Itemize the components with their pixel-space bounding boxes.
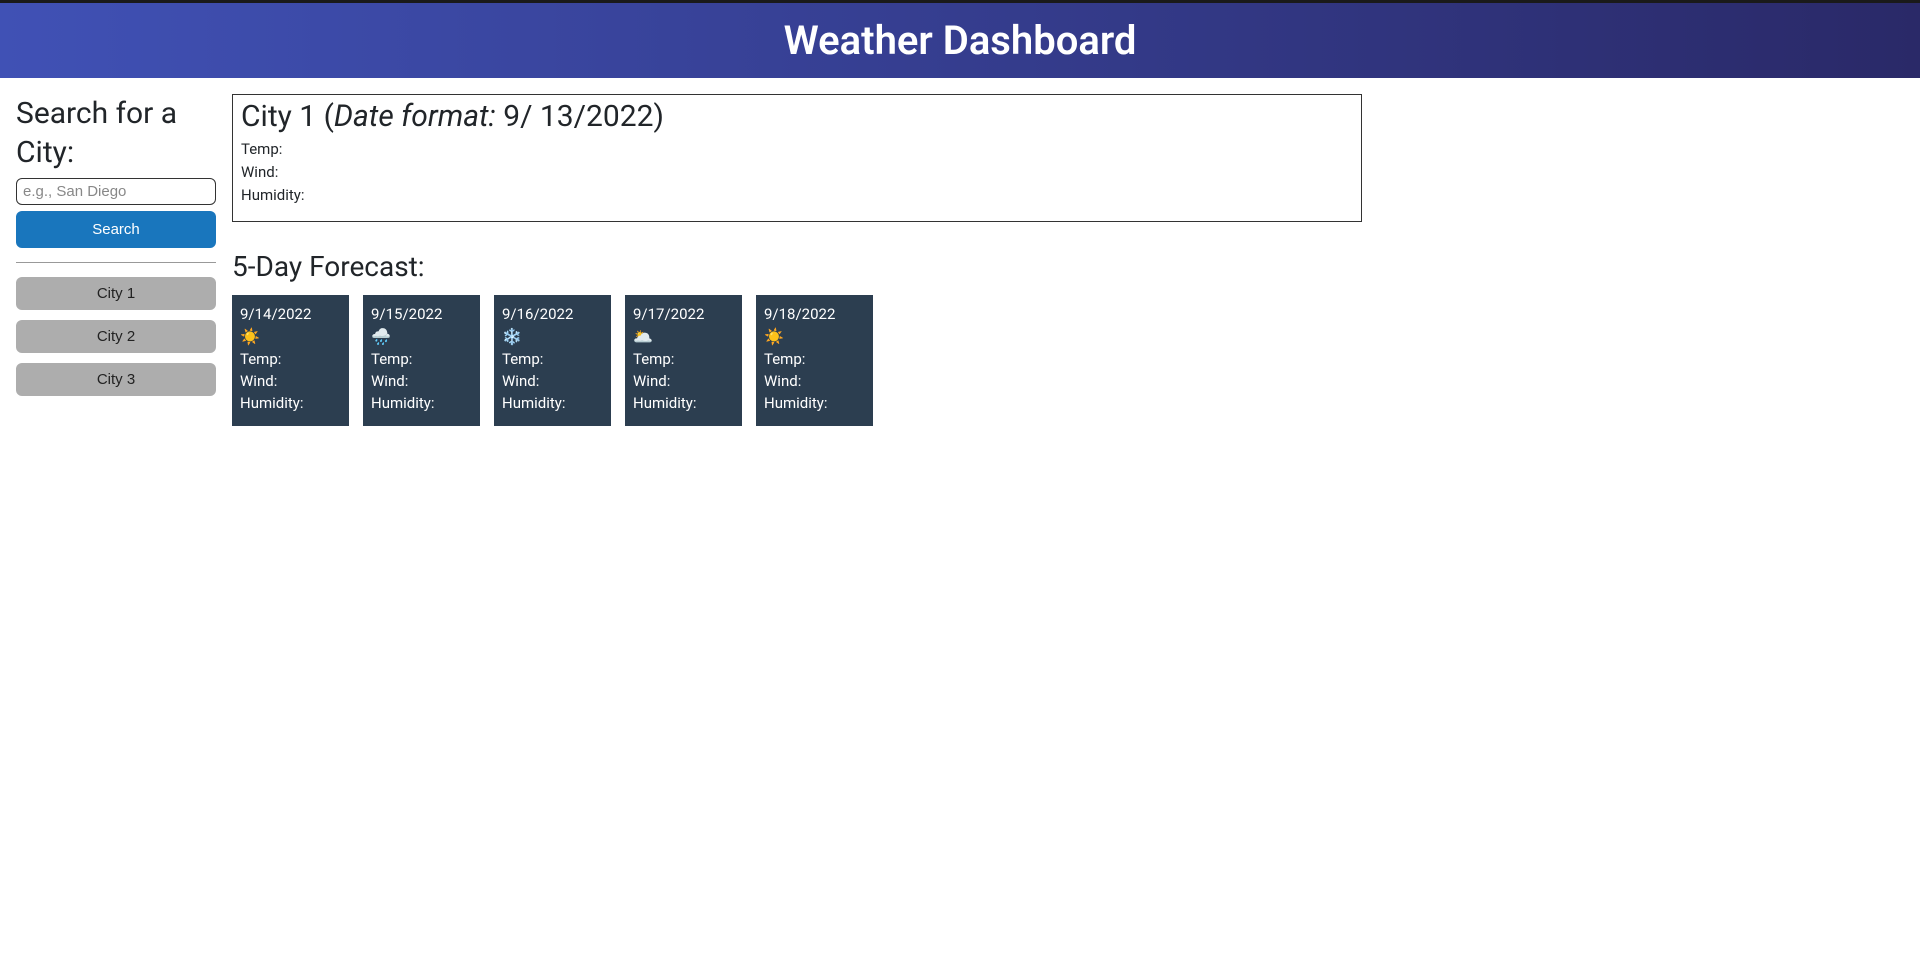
sidebar: Search for a City: Search City 1 City 2 …	[16, 94, 216, 406]
search-button[interactable]: Search	[16, 211, 216, 248]
forecast-temp: Temp:	[502, 350, 603, 368]
main-container: Search for a City: Search City 1 City 2 …	[0, 78, 1920, 442]
forecast-date: 9/18/2022	[764, 305, 865, 323]
cloud-icon: 🌥️	[633, 327, 734, 346]
search-history: City 1 City 2 City 3	[16, 277, 216, 396]
forecast-heading: 5-Day Forecast:	[232, 250, 1362, 283]
app-title: Weather Dashboard	[0, 17, 1920, 64]
forecast-card: 9/14/2022 ☀️ Temp: Wind: Humidity:	[232, 295, 349, 426]
forecast-temp: Temp:	[240, 350, 341, 368]
forecast-date: 9/14/2022	[240, 305, 341, 323]
forecast-humidity: Humidity:	[633, 394, 734, 412]
current-humidity: Humidity:	[241, 186, 1353, 204]
current-city-heading: City 1 (Date format: 9/ 13/2022)	[241, 99, 1353, 134]
forecast-humidity: Humidity:	[371, 394, 472, 412]
city-search-input[interactable]	[16, 178, 216, 205]
forecast-temp: Temp:	[371, 350, 472, 368]
history-city-button[interactable]: City 3	[16, 363, 216, 396]
forecast-card: 9/15/2022 🌧️ Temp: Wind: Humidity:	[363, 295, 480, 426]
current-city-name: City 1	[241, 99, 316, 134]
history-city-button[interactable]: City 1	[16, 277, 216, 310]
forecast-humidity: Humidity:	[764, 394, 865, 412]
sun-icon: ☀️	[764, 327, 865, 346]
forecast-date: 9/17/2022	[633, 305, 734, 323]
forecast-wind: Wind:	[240, 372, 341, 390]
forecast-card: 9/18/2022 ☀️ Temp: Wind: Humidity:	[756, 295, 873, 426]
main-content: City 1 (Date format: 9/ 13/2022) Temp: W…	[232, 94, 1362, 426]
forecast-humidity: Humidity:	[240, 394, 341, 412]
forecast-row: 9/14/2022 ☀️ Temp: Wind: Humidity: 9/15/…	[232, 295, 1362, 426]
forecast-date: 9/16/2022	[502, 305, 603, 323]
date-format-label: Date format:	[334, 99, 496, 134]
forecast-temp: Temp:	[633, 350, 734, 368]
search-section: Search for a City: Search	[16, 94, 216, 262]
forecast-temp: Temp:	[764, 350, 865, 368]
forecast-card: 9/17/2022 🌥️ Temp: Wind: Humidity:	[625, 295, 742, 426]
forecast-wind: Wind:	[502, 372, 603, 390]
forecast-date: 9/15/2022	[371, 305, 472, 323]
sidebar-divider	[16, 262, 216, 263]
rain-icon: 🌧️	[371, 327, 472, 346]
history-city-button[interactable]: City 2	[16, 320, 216, 353]
snow-icon: ❄️	[502, 327, 603, 346]
forecast-card: 9/16/2022 ❄️ Temp: Wind: Humidity:	[494, 295, 611, 426]
current-date: 9/ 13/2022	[503, 99, 653, 134]
sun-icon: ☀️	[240, 327, 341, 346]
forecast-wind: Wind:	[371, 372, 472, 390]
app-header: Weather Dashboard	[0, 0, 1920, 78]
search-heading: Search for a City:	[16, 94, 216, 172]
forecast-wind: Wind:	[633, 372, 734, 390]
forecast-humidity: Humidity:	[502, 394, 603, 412]
current-temp: Temp:	[241, 140, 1353, 158]
forecast-wind: Wind:	[764, 372, 865, 390]
current-wind: Wind:	[241, 163, 1353, 181]
current-weather-panel: City 1 (Date format: 9/ 13/2022) Temp: W…	[232, 94, 1362, 222]
